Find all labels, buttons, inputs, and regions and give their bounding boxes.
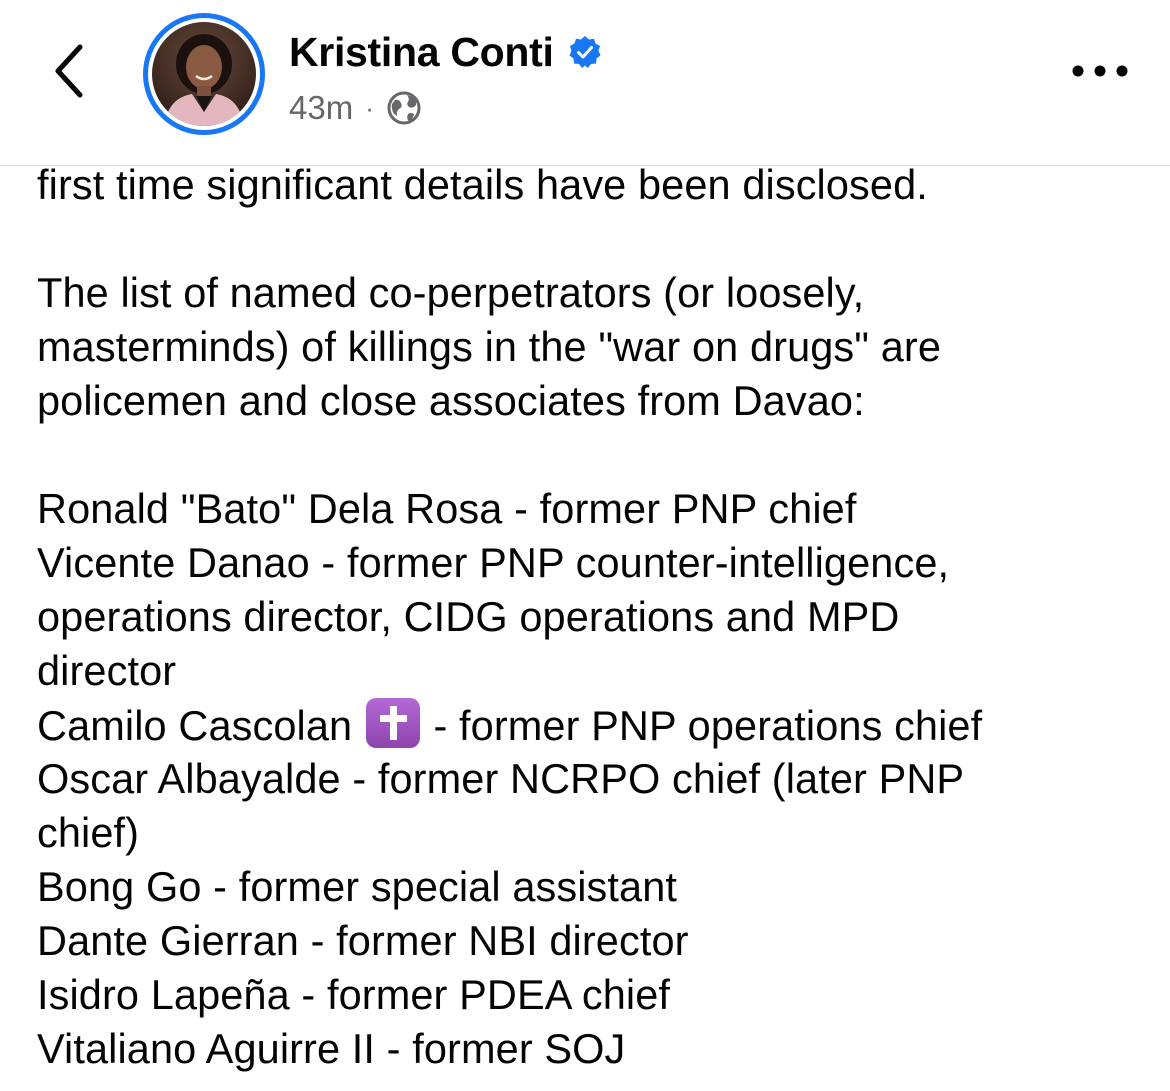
globe-icon <box>386 90 422 126</box>
author-row: Kristina Conti <box>289 24 602 80</box>
author-name[interactable]: Kristina Conti <box>289 29 554 76</box>
post-line: Oscar Albayalde - former NCRPO chief (la… <box>37 755 965 802</box>
post-line: Dante Gierran - former NBI director <box>37 917 689 964</box>
post-line: masterminds) of killings in the "war on … <box>37 323 942 370</box>
post-line: The list of named co-perpetrators (or lo… <box>37 269 865 316</box>
post-meta: 43m · <box>289 87 422 129</box>
post-line: Isidro Lapeña - former PDEA chief <box>37 971 671 1018</box>
paragraph-break <box>37 428 1147 482</box>
chevron-left-icon <box>55 44 83 98</box>
cascolan-name: Camilo Cascolan <box>37 702 353 749</box>
latin-cross-emoji-icon <box>365 698 420 748</box>
post-line: Bong Go - former special assistant <box>37 863 678 910</box>
post-line: first time significant details have been… <box>37 161 928 208</box>
post-line: Ronald "Bato" Dela Rosa - former PNP chi… <box>37 485 857 532</box>
back-button[interactable] <box>40 36 100 106</box>
post-line: operations director, CIDG operations and… <box>37 593 900 640</box>
post-line: Vicente Danao - former PNP counter-intel… <box>37 539 950 586</box>
post-text: first time significant details have been… <box>37 158 1147 1076</box>
avatar[interactable] <box>143 13 265 135</box>
post-line: director <box>37 647 177 694</box>
cascolan-role: - former PNP operations chief <box>421 702 983 749</box>
post-line: Vitaliano Aguirre II - former SOJ <box>37 1025 626 1072</box>
post-line: chief) <box>37 809 140 856</box>
post-line-cascolan: Camilo Cascolan - former PNP operations … <box>37 698 1147 752</box>
paragraph-break <box>37 212 1147 266</box>
meta-separator: · <box>365 92 374 123</box>
more-horizontal-icon <box>1072 65 1128 77</box>
profile-photo <box>152 22 256 126</box>
post-line: policemen and close associates from Dava… <box>37 377 865 424</box>
post-header: Kristina Conti 43m · <box>0 0 1170 166</box>
post-timestamp[interactable]: 43m <box>289 89 353 127</box>
verified-badge-icon <box>568 35 602 69</box>
more-options-button[interactable] <box>1060 46 1140 96</box>
